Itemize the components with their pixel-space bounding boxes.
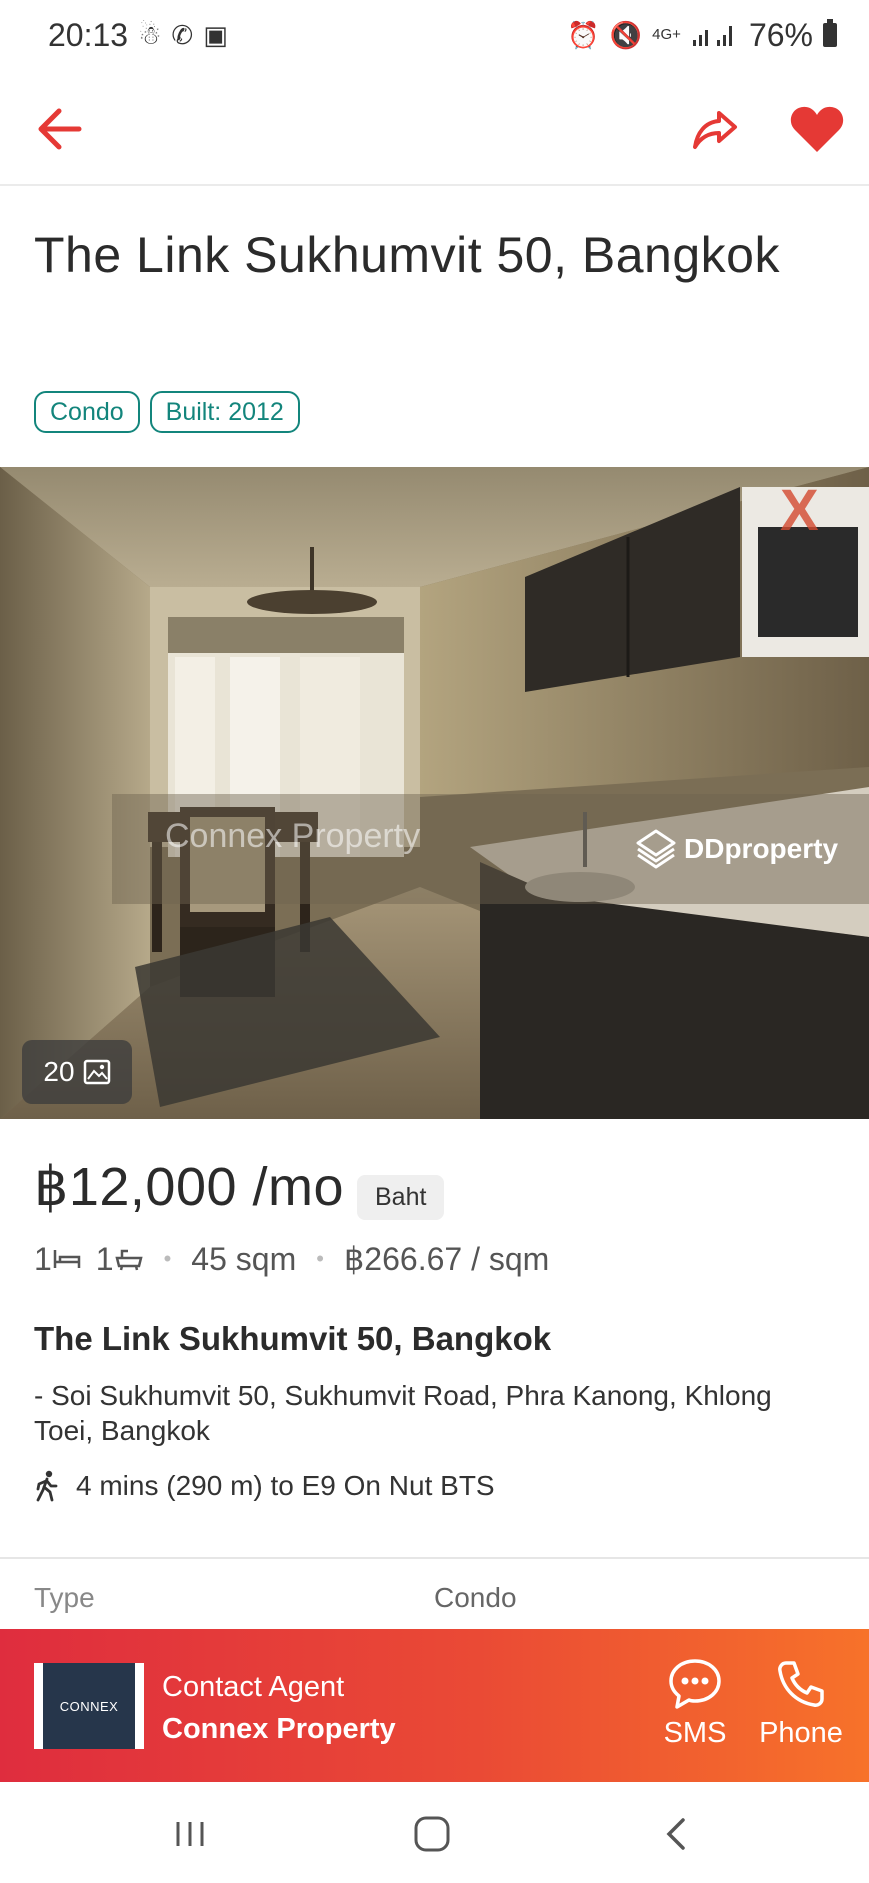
battery-level: 76% (748, 16, 813, 53)
section-divider (0, 1557, 869, 1559)
agent-logo-text: CONNEX (43, 1663, 135, 1749)
floor-area: 45 sqm (191, 1240, 297, 1277)
back-arrow-icon (38, 108, 82, 150)
listing-photo[interactable]: Connex Property DDproperty X (0, 467, 869, 1119)
system-nav-bar (0, 1782, 869, 1883)
whatsapp-icon: ✆ (171, 19, 194, 50)
home-button[interactable] (402, 1810, 462, 1858)
bathtub-icon (114, 1249, 143, 1271)
agency-corner-logo: X (780, 478, 819, 543)
recent-apps-button[interactable] (160, 1810, 220, 1858)
top-nav (0, 70, 869, 186)
heart-icon (790, 106, 844, 152)
phone-label: Phone (759, 1717, 843, 1749)
listing-price: ฿12,000 /mo (34, 1157, 345, 1217)
detail-value: Condo (434, 1582, 517, 1613)
photo-count-value: 20 (43, 1056, 75, 1087)
transit-info: 4 mins (290 m) to E9 On Nut BTS (34, 1470, 495, 1502)
alarm-icon: ⏰ (567, 19, 600, 50)
bed-icon (53, 1250, 81, 1268)
spec-separator: • (316, 1246, 324, 1271)
status-time: 20:13 (48, 16, 129, 53)
agent-logo: CONNEX (34, 1663, 144, 1749)
listing-specs: 1 1 • 45 sqm • ฿266.67 / sqm (34, 1240, 549, 1278)
contact-agent-label: Contact Agent (162, 1671, 345, 1703)
tag-year-built: Built: 2012 (149, 391, 300, 433)
contact-agent-bar[interactable]: CONNEX Contact Agent Connex Property SMS… (0, 1629, 869, 1782)
address-text: - Soi Sukhumvit 50, Sukhumvit Road, Phra… (34, 1380, 772, 1446)
currency-badge: Baht (357, 1175, 445, 1220)
status-bar: 20:13 ☃ ✆ ▣ ⏰ 🔇 4G+ 76% (0, 0, 869, 70)
home-icon (414, 1816, 450, 1852)
phone-button[interactable]: Phone (746, 1655, 856, 1765)
phone-icon-wrap (776, 1655, 826, 1713)
agent-name: Connex Property (162, 1713, 396, 1745)
tag-list: Condo Built: 2012 (34, 391, 300, 433)
detail-row-type: Type Condo (34, 1582, 834, 1614)
share-icon (693, 111, 737, 149)
recent-apps-icon (176, 1822, 204, 1846)
sms-label: SMS (663, 1717, 727, 1749)
tag-property-type: Condo (34, 391, 140, 433)
share-button[interactable] (680, 94, 750, 164)
price-per-sqm: ฿266.67 / sqm (343, 1241, 550, 1277)
bedroom-count: 1 (34, 1240, 52, 1277)
sms-chat-icon (669, 1659, 721, 1709)
listing-title: The Link Sukhumvit 50, Bangkok (34, 227, 780, 283)
room-photo-illustration (0, 467, 869, 1119)
photo-watermark-agency: Connex Property (165, 817, 421, 855)
walking-icon (36, 1470, 58, 1502)
sms-icon-wrap (667, 1655, 723, 1713)
network-type: 4G+ (652, 26, 681, 43)
signal-icon (692, 26, 732, 46)
status-right: ⏰ 🔇 4G+ 76% (567, 17, 837, 54)
transit-text: 4 mins (290 m) to E9 On Nut BTS (76, 1470, 495, 1501)
bathroom-spec: 1 (96, 1241, 144, 1278)
notification-icon: ☃ (138, 19, 162, 50)
photo-watermark-logo: DDproperty (634, 827, 838, 871)
battery-icon (823, 19, 837, 47)
photo-count-badge[interactable]: 20 (22, 1040, 132, 1104)
detail-label: Type (34, 1582, 95, 1613)
sms-button[interactable]: SMS (650, 1655, 740, 1765)
app-notification-icon: ▣ (203, 19, 228, 50)
bathroom-count: 1 (95, 1240, 114, 1277)
photo-watermark-site: DDproperty (684, 833, 839, 864)
status-left: 20:13 ☃ ✆ ▣ (48, 17, 228, 54)
favorite-button[interactable] (782, 94, 852, 164)
phone-icon (778, 1661, 824, 1707)
address-title: The Link Sukhumvit 50, Bangkok (34, 1320, 552, 1357)
system-back-button[interactable] (646, 1810, 706, 1858)
spec-separator: • (163, 1246, 172, 1271)
chevron-left-icon (666, 1818, 685, 1850)
gallery-icon (83, 1059, 110, 1085)
back-button[interactable] (24, 94, 94, 164)
bedroom-spec: 1 (34, 1241, 82, 1278)
ddproperty-logo-icon (636, 829, 676, 869)
mute-icon: 🔇 (609, 19, 643, 50)
